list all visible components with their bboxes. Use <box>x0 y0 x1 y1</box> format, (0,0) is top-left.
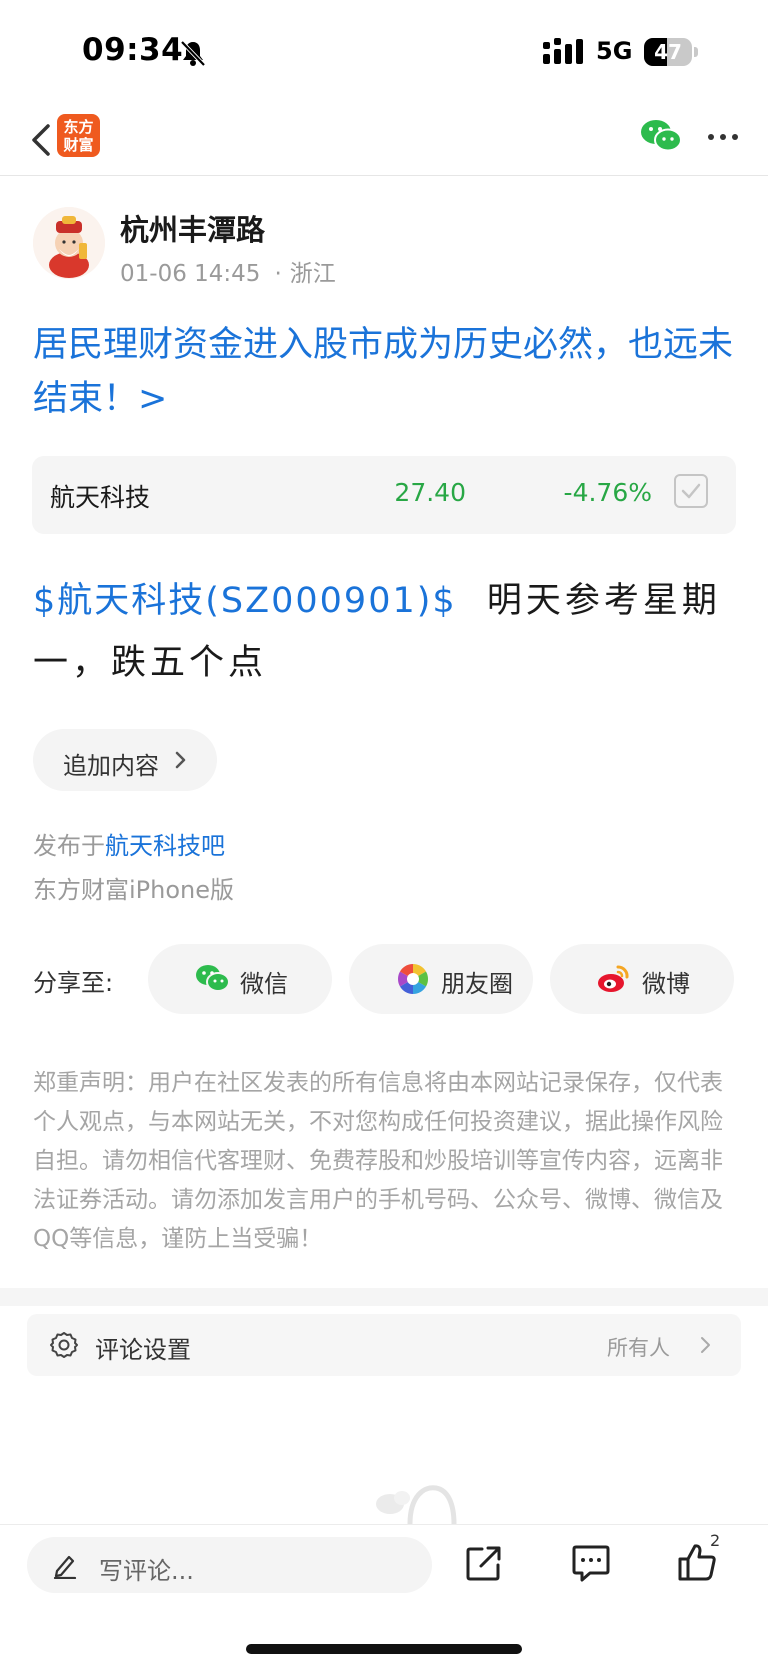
append-content-label: 追加内容 <box>63 752 159 780</box>
share-moments-label: 朋友圈 <box>441 970 513 998</box>
comment-input[interactable]: 写评论... <box>27 1537 432 1593</box>
stock-change: -4.76% <box>563 478 652 507</box>
bell-muted-icon <box>180 40 206 67</box>
comment-settings-label: 评论设置 <box>95 1336 191 1364</box>
status-bar: 09:34 5G 47 <box>0 0 768 104</box>
published-in: 发布于航天科技吧 <box>33 826 225 861</box>
share-wechat-label: 微信 <box>240 970 288 998</box>
status-time: 09:34 <box>82 32 184 68</box>
battery-text: 47 <box>654 40 682 64</box>
comment-settings-value: 所有人 <box>607 1336 670 1360</box>
comment-placeholder: 写评论... <box>99 1557 194 1585</box>
stock-quote-card[interactable]: 航天科技 27.40 -4.76% <box>32 456 736 534</box>
weibo-icon <box>598 965 629 992</box>
back-button[interactable] <box>22 118 62 162</box>
client-label: 东方财富iPhone版 <box>33 876 235 904</box>
app-logo[interactable]: 东方 财富 <box>57 114 100 157</box>
stock-name: 航天科技 <box>50 483 151 512</box>
empty-comments-illustration <box>376 1485 457 1524</box>
network-type: 5G <box>596 37 633 65</box>
chevron-right-icon <box>701 1337 710 1353</box>
share-wechat-button[interactable]: 微信 <box>148 944 332 1014</box>
like-count: 2 <box>710 1531 721 1550</box>
home-indicator[interactable] <box>246 1644 522 1654</box>
post-body: $航天科技(SZ000901)$ 明天参考星期一，跌五个点 <box>33 570 738 694</box>
post-location: 浙江 <box>289 261 336 287</box>
disclaimer-text: 郑重声明：用户在社区发表的所有信息将由本网站记录保存，仅代表个人观点，与本网站无… <box>33 1070 723 1252</box>
battery-indicator: 47 <box>644 38 698 66</box>
section-divider <box>0 1288 768 1306</box>
published-prefix: 发布于 <box>33 832 105 860</box>
share-moments-button[interactable]: 朋友圈 <box>349 944 533 1014</box>
avatar[interactable] <box>33 207 105 279</box>
gear-icon <box>50 1332 78 1358</box>
meta-separator: · <box>274 261 282 287</box>
headline-link[interactable]: 居民理财资金进入股市成为历史必然，也远未结束！> <box>33 318 738 426</box>
stock-price: 27.40 <box>394 478 466 507</box>
add-watchlist-checkbox[interactable] <box>674 474 708 508</box>
append-content-button[interactable]: 追加内容 <box>33 729 217 791</box>
chevron-right-icon <box>175 751 186 769</box>
share-weibo-label: 微博 <box>642 970 690 998</box>
wechat-icon[interactable] <box>640 118 682 154</box>
pen-icon <box>53 1555 77 1579</box>
author-name[interactable]: 杭州丰潭路 <box>120 207 265 249</box>
logo-line-1: 东方 <box>63 118 94 136</box>
stock-tag-link[interactable]: $航天科技(SZ000901)$ <box>33 581 457 621</box>
wechat-icon <box>196 965 230 992</box>
share-weibo-button[interactable]: 微博 <box>550 944 734 1014</box>
more-icon[interactable] <box>706 122 740 152</box>
post-meta: 01-06 14:45 · 浙江 <box>120 254 336 288</box>
share-icon[interactable] <box>464 1543 504 1583</box>
stock-bar-link[interactable]: 航天科技吧 <box>105 832 225 860</box>
logo-line-2: 财富 <box>63 136 94 154</box>
share-label: 分享至: <box>33 969 114 997</box>
nav-bar: 东方 财富 <box>0 104 768 176</box>
comment-icon[interactable] <box>570 1543 612 1583</box>
moments-icon <box>397 964 429 994</box>
signal-icon <box>543 38 583 64</box>
comment-settings-row[interactable]: 评论设置 所有人 <box>27 1314 741 1376</box>
post-datetime: 01-06 14:45 <box>120 261 261 287</box>
